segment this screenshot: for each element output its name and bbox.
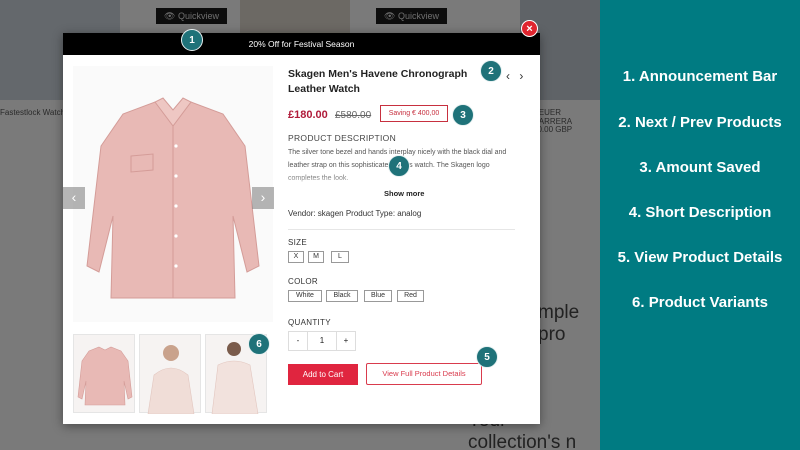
quickview-modal: 20% Off for Festival Season ‹ › Skagen M…: [63, 33, 540, 424]
description-heading: PRODUCT DESCRIPTION: [288, 133, 397, 143]
quantity-label: QUANTITY: [288, 318, 331, 327]
compare-price: £580.00: [335, 110, 372, 121]
color-option-black[interactable]: Black: [326, 290, 358, 302]
size-option-l[interactable]: L: [331, 251, 349, 263]
chevron-left-right-icon: ‹ ›: [506, 69, 527, 83]
marker-1: 1: [181, 29, 203, 51]
next-prev-products[interactable]: ‹ ›: [506, 69, 526, 83]
next-image-button[interactable]: ›: [252, 187, 274, 209]
product-price: £180.00: [288, 109, 328, 121]
size-option-x[interactable]: X: [288, 251, 304, 263]
model-thumbnail: [147, 345, 195, 415]
legend-panel: 1. Announcement Bar 2. Next / Prev Produ…: [600, 0, 800, 450]
marker-3: 3: [452, 104, 474, 126]
amount-saved-badge: Saving € 400,00: [380, 105, 448, 122]
chevron-left-icon: ‹: [71, 189, 77, 205]
close-modal-button[interactable]: ×: [521, 20, 538, 37]
color-option-blue[interactable]: Blue: [364, 290, 392, 302]
marker-4: 4: [388, 155, 410, 177]
legend-item-announcement-bar: 1. Announcement Bar: [622, 68, 778, 85]
quantity-input[interactable]: 1: [308, 331, 336, 351]
vendor-info: Vendor: skagen Product Type: analog: [288, 209, 422, 218]
add-to-cart-button[interactable]: Add to Cart: [288, 364, 358, 385]
legend-item-next-prev-products: 2. Next / Prev Products: [618, 114, 782, 131]
thumbnail-image[interactable]: [73, 334, 135, 413]
marker-5: 5: [476, 346, 498, 368]
size-label: SIZE: [288, 238, 307, 247]
marker-2: 2: [480, 60, 502, 82]
size-option-m[interactable]: M: [308, 251, 324, 263]
legend-item-short-description: 4. Short Description: [628, 204, 772, 221]
legend-item-view-product-details: 5. View Product Details: [617, 249, 783, 266]
shirt-thumbnail: [77, 346, 133, 406]
show-more-link[interactable]: Show more: [384, 189, 424, 198]
thumbnail-image[interactable]: [139, 334, 201, 415]
shirt-image: [86, 97, 260, 299]
legend-item-product-variants: 6. Product Variants: [632, 294, 768, 311]
close-icon: ×: [526, 23, 533, 35]
prev-image-button[interactable]: ‹: [63, 187, 85, 209]
quantity-decrease-button[interactable]: -: [288, 331, 308, 351]
color-option-white[interactable]: White: [288, 290, 322, 302]
chevron-right-icon: ›: [260, 189, 266, 205]
main-product-image: [73, 66, 273, 322]
marker-6: 6: [248, 333, 270, 355]
product-title: Skagen Men's Havene Chronograph Leather …: [288, 68, 468, 95]
quantity-increase-button[interactable]: +: [336, 331, 356, 351]
color-label: COLOR: [288, 277, 318, 286]
announcement-bar: 20% Off for Festival Season: [63, 33, 540, 55]
legend-item-amount-saved: 3. Amount Saved: [639, 159, 761, 176]
divider: [288, 229, 515, 230]
color-option-red[interactable]: Red: [397, 290, 424, 302]
view-full-details-button[interactable]: View Full Product Details: [366, 363, 482, 385]
